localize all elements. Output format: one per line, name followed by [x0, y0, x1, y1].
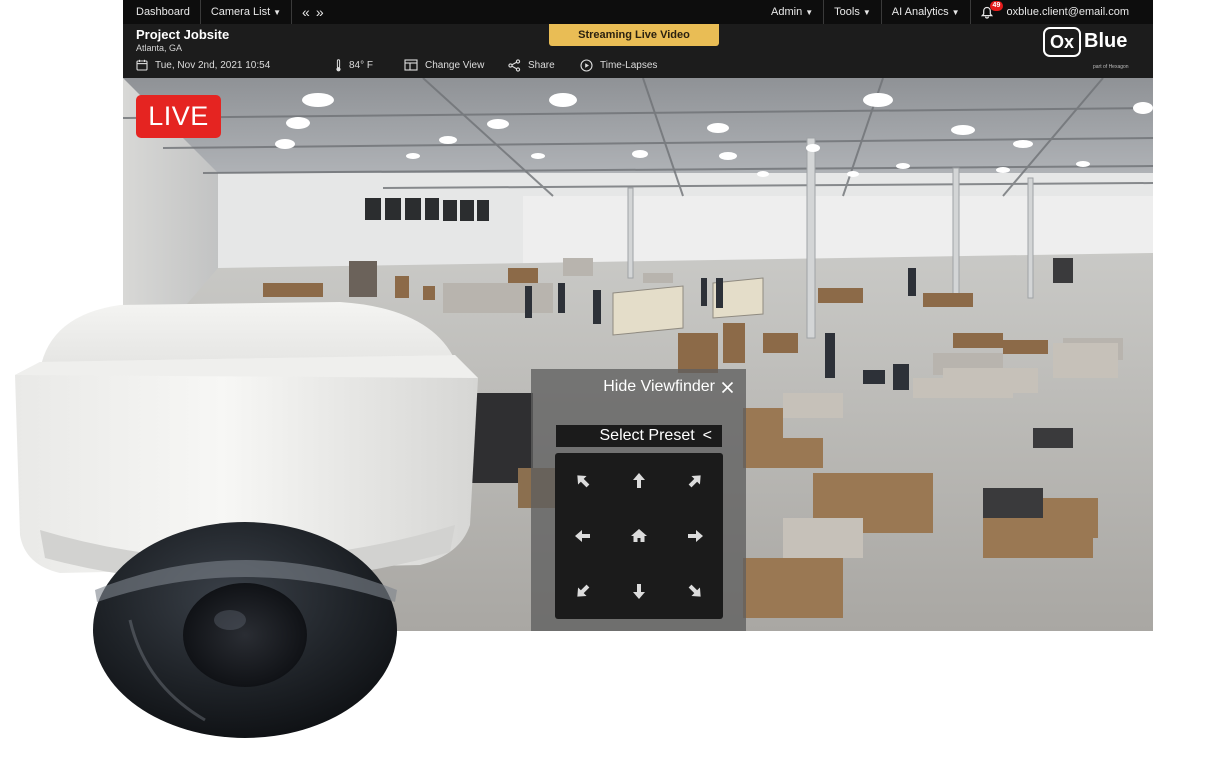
datetime-text: Tue, Nov 2nd, 2021 10:54	[155, 59, 271, 71]
nav-camera-arrows: «»	[291, 0, 340, 24]
viewfinder-panel: Hide Viewfinder Select Preset <	[531, 369, 746, 631]
close-icon	[721, 381, 734, 393]
chevron-down-icon: ▼	[951, 7, 960, 17]
arrow-up-left-icon	[577, 474, 590, 488]
home-position-button[interactable]	[611, 508, 667, 563]
pan-down-left-button[interactable]	[555, 564, 611, 619]
temperature-text: 84° F	[349, 59, 374, 71]
arrow-down-icon	[633, 584, 645, 600]
change-view-label: Change View	[425, 59, 485, 71]
chevron-down-icon: ▼	[273, 7, 282, 17]
arrow-down-left-icon	[577, 584, 590, 597]
nav-camera-list-menu[interactable]: Camera List ▼	[199, 0, 291, 24]
time-lapses-button[interactable]: Time-Lapses	[580, 58, 658, 72]
hide-viewfinder-label: Hide Viewfinder	[603, 378, 715, 395]
notification-count-badge: 49	[989, 0, 1004, 11]
pan-up-right-button[interactable]	[667, 453, 723, 508]
temperature-readout: 84° F	[335, 58, 404, 72]
streaming-live-video-button[interactable]: Streaming Live Video	[549, 24, 719, 46]
logo-tagline: part of Hexagon	[1093, 64, 1129, 70]
pan-up-left-button[interactable]	[555, 453, 611, 508]
chevron-left-icon: <	[702, 427, 712, 444]
user-email-link[interactable]: oxblue.client@email.com	[1007, 6, 1129, 18]
pan-left-button[interactable]	[555, 508, 611, 563]
chevron-down-icon: ▼	[862, 7, 871, 17]
share-button[interactable]: Share	[508, 58, 580, 72]
select-preset-label: Select Preset	[599, 427, 695, 444]
top-nav-bar: Dashboard Camera List ▼ «» Admin ▼ Tools ▼ …	[123, 0, 1153, 24]
camera-toolbar: Tue, Nov 2nd, 2021 10:54 84° F Change Vi…	[136, 57, 657, 73]
play-circle-icon	[580, 58, 593, 72]
live-indicator-badge: LIVE	[136, 95, 221, 138]
hide-viewfinder-button[interactable]: Hide Viewfinder	[603, 378, 734, 396]
oxblue-logo: Ox Blue part of Hexagon	[1043, 26, 1139, 72]
arrow-up-right-icon	[688, 474, 701, 488]
project-location: Atlanta, GA	[136, 43, 183, 53]
previous-camera-button[interactable]: «	[302, 4, 316, 20]
pan-right-button[interactable]	[667, 508, 723, 563]
next-camera-button[interactable]: »	[316, 4, 330, 20]
tilt-up-button[interactable]	[611, 453, 667, 508]
layout-icon	[404, 59, 418, 71]
thermometer-icon	[336, 58, 341, 71]
pan-down-right-button[interactable]	[667, 564, 723, 619]
nav-left-group: Dashboard Camera List ▼ «»	[123, 0, 340, 24]
nav-admin-menu[interactable]: Admin ▼	[761, 0, 823, 24]
share-label: Share	[528, 59, 555, 71]
nav-ai-analytics-menu[interactable]: AI Analytics ▼	[880, 0, 970, 24]
arrow-down-right-icon	[688, 584, 701, 597]
chevron-down-icon: ▼	[805, 7, 814, 17]
change-view-button[interactable]: Change View	[404, 59, 508, 71]
calendar-icon	[136, 59, 148, 71]
nav-tools-menu[interactable]: Tools ▼	[823, 0, 881, 24]
notifications-button[interactable]: 49	[980, 0, 1004, 19]
arrow-left-icon	[575, 529, 590, 542]
arrow-up-icon	[633, 472, 645, 488]
datetime-picker[interactable]: Tue, Nov 2nd, 2021 10:54	[136, 59, 335, 71]
logo-blue-text: Blue	[1084, 30, 1128, 52]
tilt-down-button[interactable]	[611, 564, 667, 619]
dome-camera-image	[15, 302, 478, 738]
arrow-right-icon	[688, 529, 703, 542]
time-lapses-label: Time-Lapses	[600, 59, 658, 71]
select-preset-dropdown[interactable]: Select Preset <	[556, 425, 722, 447]
ptz-direction-pad	[555, 453, 723, 619]
logo-ox-box: Ox	[1043, 27, 1081, 57]
share-icon	[508, 58, 521, 72]
home-icon	[631, 528, 647, 542]
nav-dashboard-link[interactable]: Dashboard	[123, 0, 200, 24]
nav-user-area: 49 oxblue.client@email.com	[969, 0, 1139, 24]
project-header: Project Jobsite Atlanta, GA Streaming Li…	[123, 24, 1153, 78]
project-title: Project Jobsite	[136, 27, 230, 42]
nav-right-group: Admin ▼ Tools ▼ AI Analytics ▼ 49 oxblue.cl…	[761, 0, 1153, 24]
